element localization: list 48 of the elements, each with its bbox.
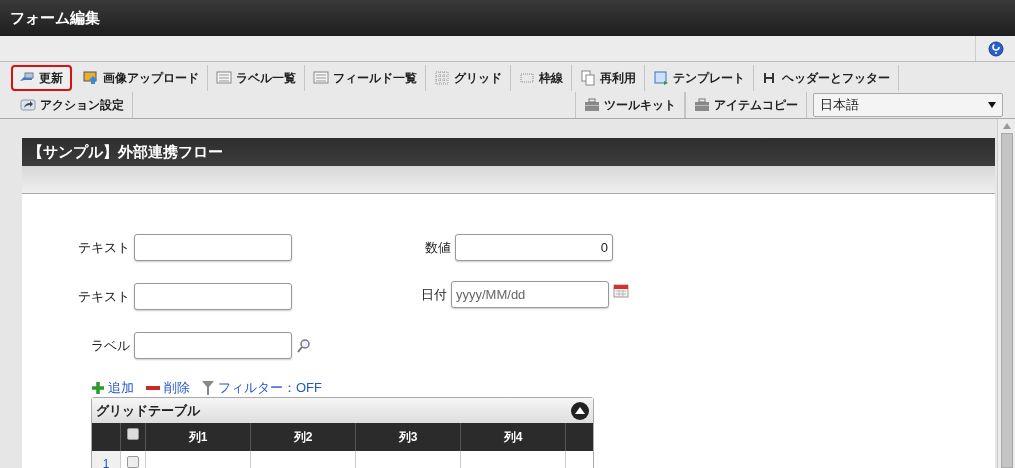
column-header[interactable]: 列1 <box>146 423 251 451</box>
text-field[interactable] <box>134 283 292 310</box>
scroll-up-icon <box>1002 123 1011 129</box>
search-icon <box>296 338 312 354</box>
field-label: ラベル <box>90 337 130 355</box>
dropdown-arrow-icon <box>988 100 996 109</box>
window-title: フォーム編集 <box>10 7 100 28</box>
field-label: 数値 <box>424 239 451 257</box>
grid-icon <box>434 70 450 86</box>
row-checkbox[interactable] <box>127 456 139 468</box>
text-field[interactable] <box>134 234 292 261</box>
toolbar-button[interactable]: 更新 <box>11 65 72 91</box>
help-icon <box>987 40 1004 57</box>
pages-icon <box>580 70 596 86</box>
dotted-frame-icon <box>519 70 535 86</box>
collapse-icon <box>571 401 589 420</box>
header-checkbox[interactable] <box>127 428 139 440</box>
column-header[interactable]: 列4 <box>461 423 566 451</box>
scrollbar-thumb[interactable] <box>1000 133 1013 468</box>
toolbox-icon <box>694 96 710 113</box>
number-field[interactable]: 0 <box>455 234 613 261</box>
column-header[interactable]: 列2 <box>251 423 356 451</box>
field-label: 日付 <box>420 286 447 304</box>
list-icon <box>313 70 329 86</box>
language-select[interactable]: 日本語 <box>813 92 1003 117</box>
list-icon <box>216 70 232 86</box>
plus-icon <box>92 381 104 394</box>
calendar-icon <box>613 281 629 299</box>
minus-icon <box>146 384 160 391</box>
toolbar-button[interactable]: ツールキット <box>575 91 685 118</box>
scrollbar[interactable] <box>997 119 1015 468</box>
template-icon <box>653 70 669 86</box>
form-title: 【サンプル】外部連携フロー <box>28 141 223 162</box>
date-field[interactable]: yyyy/MM/dd <box>451 281 609 308</box>
field-label: テキスト <box>77 288 130 306</box>
language-value: 日本語 <box>820 95 859 114</box>
toolbox-icon <box>584 96 600 113</box>
action-link[interactable]: フィルター：OFF <box>202 378 322 398</box>
grid-title: グリッドテーブル <box>96 401 200 420</box>
row-number: 1 <box>92 451 121 468</box>
funnel-icon <box>202 380 214 395</box>
image-icon <box>83 70 99 86</box>
column-header[interactable]: 列3 <box>356 423 461 451</box>
action-link[interactable]: 削除 <box>146 378 190 398</box>
field-label: テキスト <box>77 239 130 257</box>
text-field[interactable] <box>134 332 292 359</box>
toolbar-button[interactable]: アイテムコピー <box>685 91 807 118</box>
action-link[interactable]: 追加 <box>92 378 134 398</box>
